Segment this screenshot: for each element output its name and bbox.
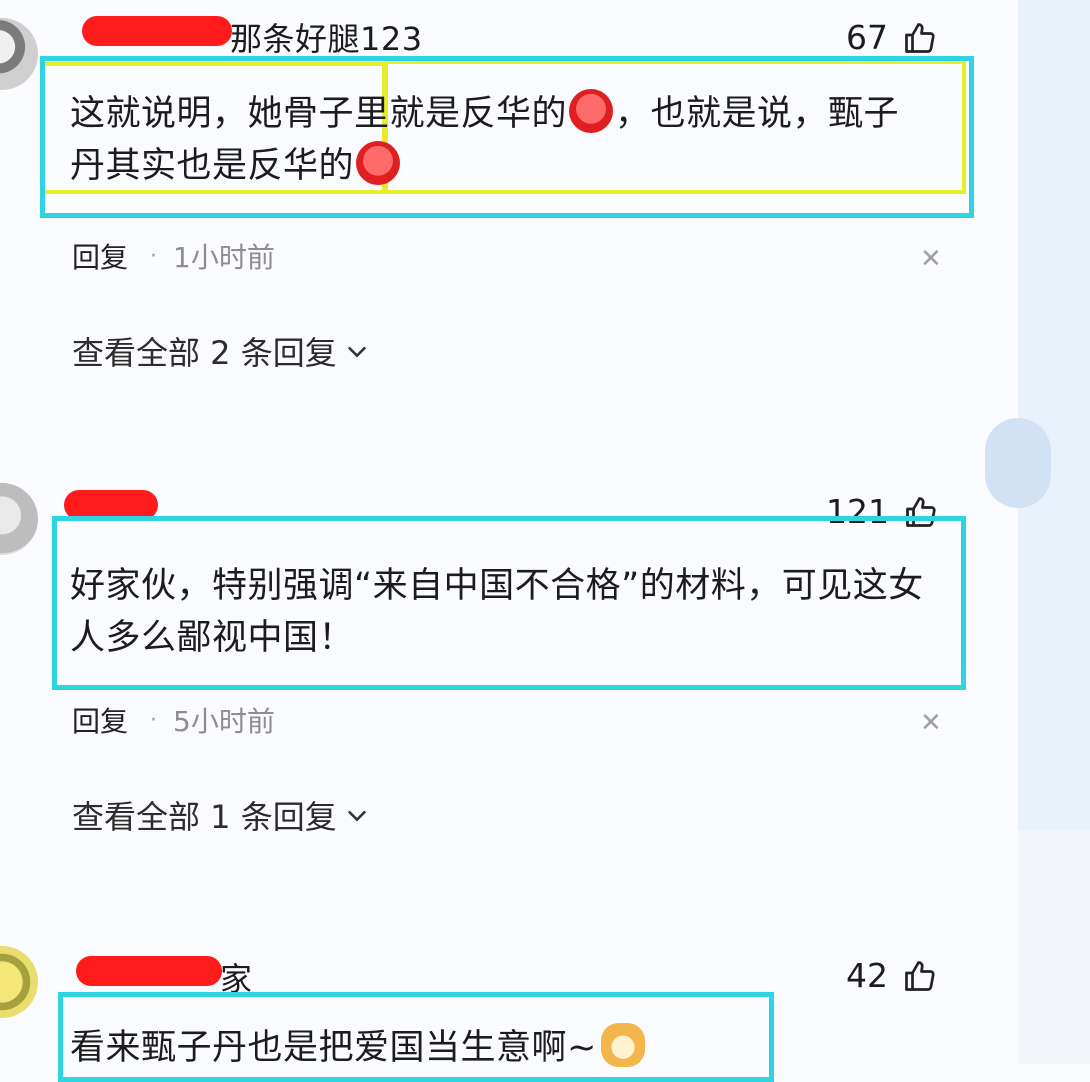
comment-text: 这就说明，她骨子里就是反华的 ，也就是说，甄子 丹其实也是反华的 bbox=[70, 88, 960, 192]
close-icon[interactable]: ✕ bbox=[920, 244, 942, 274]
side-panel bbox=[1018, 0, 1090, 1064]
comment-text: 看来甄子丹也是把爱国当生意啊~ bbox=[70, 1022, 960, 1074]
comment-username[interactable]: 那条好腿123 bbox=[230, 14, 423, 60]
avatar[interactable] bbox=[0, 946, 38, 1018]
avatar[interactable] bbox=[0, 483, 38, 555]
comment-line: 看来甄子丹也是把爱国当生意啊~ bbox=[70, 1028, 597, 1068]
comment-text: 好家伙，特别强调“来自中国不合格”的材料，可见这女 人多么鄙视中国！ bbox=[70, 560, 960, 664]
avatar[interactable] bbox=[0, 18, 38, 90]
chevron-down-icon bbox=[347, 810, 366, 822]
thumbs-up-icon bbox=[905, 960, 935, 991]
like-button[interactable]: 67 bbox=[846, 18, 938, 57]
separator-dot: · bbox=[150, 707, 158, 733]
username-redaction bbox=[76, 956, 222, 986]
comment-line: ，也就是说，甄子 bbox=[615, 94, 900, 134]
dog-face-emoji bbox=[600, 1023, 645, 1067]
comment-line: 丹其实也是反华的 bbox=[70, 146, 355, 186]
comment-meta: 回复 · 1小时前 bbox=[72, 236, 275, 276]
reply-button[interactable]: 回复 bbox=[72, 700, 128, 740]
scroll-handle[interactable] bbox=[985, 418, 1051, 508]
like-button[interactable]: 42 bbox=[846, 956, 938, 995]
thumbs-up-icon bbox=[905, 22, 935, 53]
username-redaction bbox=[82, 16, 232, 46]
like-count: 67 bbox=[846, 18, 888, 57]
view-replies-button[interactable]: 查看全部 2 条回复 bbox=[72, 328, 371, 374]
comment-time: 1小时前 bbox=[173, 241, 275, 274]
chevron-down-icon bbox=[347, 346, 366, 358]
view-replies-label: 查看全部 1 条回复 bbox=[72, 798, 337, 836]
like-count: 42 bbox=[846, 956, 888, 995]
separator-dot: · bbox=[150, 243, 158, 269]
comment-line: 好家伙，特别强调“来自中国不合格”的材料，可见这女 bbox=[70, 566, 924, 606]
comment-line: 人多么鄙视中国！ bbox=[70, 618, 355, 658]
close-icon[interactable]: ✕ bbox=[920, 708, 942, 738]
comment-meta: 回复 · 5小时前 bbox=[72, 700, 275, 740]
angry-face-emoji bbox=[356, 141, 401, 185]
reply-button[interactable]: 回复 bbox=[72, 236, 128, 276]
comment-time: 5小时前 bbox=[173, 705, 275, 738]
view-replies-label: 查看全部 2 条回复 bbox=[72, 334, 337, 372]
view-replies-button[interactable]: 查看全部 1 条回复 bbox=[72, 792, 371, 838]
angry-face-emoji bbox=[569, 89, 614, 133]
comment-line: 这就说明，她骨子里就是反华的 bbox=[70, 94, 568, 134]
